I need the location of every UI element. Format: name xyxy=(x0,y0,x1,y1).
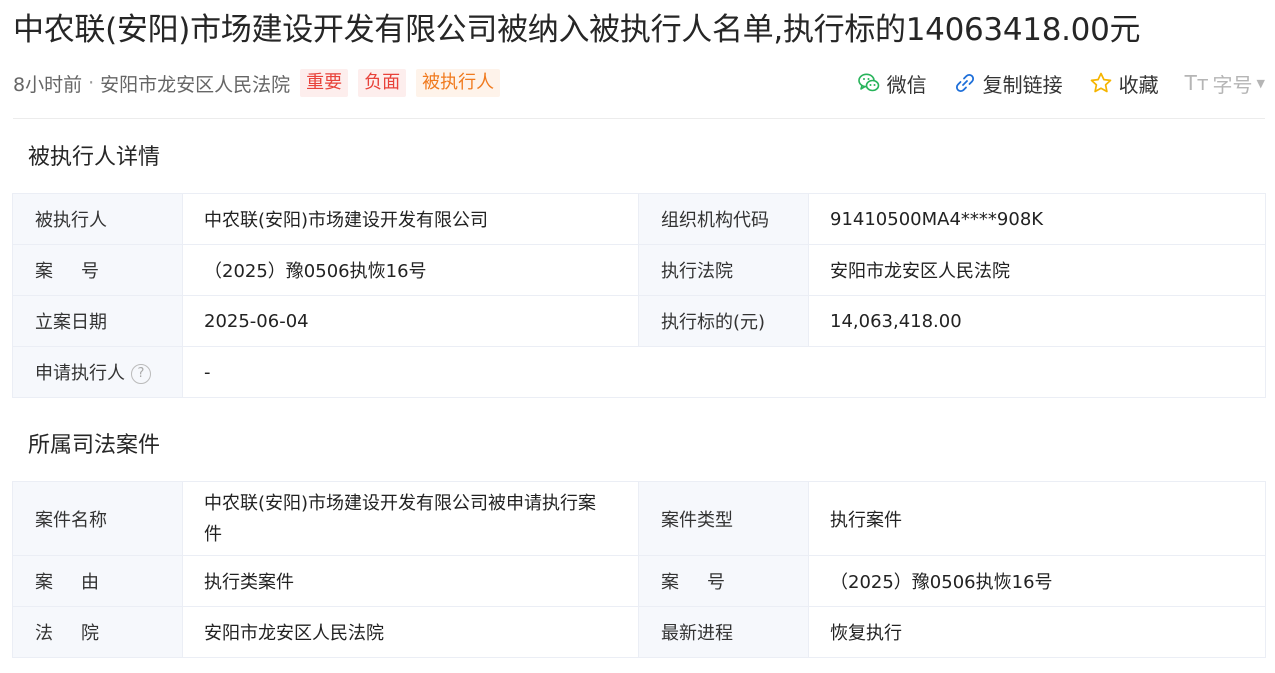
value-execution-amount: 14,063,418.00 xyxy=(808,295,1266,347)
meta-separator: · xyxy=(88,72,95,94)
source-name[interactable]: 安阳市龙安区人民法院 xyxy=(100,70,290,97)
label-executing-court: 执行法院 xyxy=(638,244,809,296)
header-divider xyxy=(13,118,1265,119)
label-org-code: 组织机构代码 xyxy=(638,193,809,245)
table-row: 申请执行人? - xyxy=(12,346,1266,398)
favorite-button[interactable]: 收藏 xyxy=(1089,69,1159,98)
label-applicant: 申请执行人? xyxy=(12,346,183,398)
tag-executed-person: 被执行人 xyxy=(416,69,501,97)
table-row: 立案日期 2025-06-04 执行标的(元) 14,063,418.00 xyxy=(12,295,1266,347)
label-filing-date: 立案日期 xyxy=(12,295,183,347)
question-circle-icon[interactable]: ? xyxy=(131,364,151,384)
value-executed-person: 中农联(安阳)市场建设开发有限公司 xyxy=(182,193,639,245)
label-execution-amount: 执行标的(元) xyxy=(638,295,809,347)
link-icon xyxy=(953,71,977,95)
table-row: 案由 执行类案件 案号 （2025）豫0506执恢16号 xyxy=(12,555,1266,607)
label-latest-progress: 最新进程 xyxy=(638,606,809,658)
label-cause: 案由 xyxy=(12,555,183,607)
meta-info: 8小时前 · 安阳市龙安区人民法院 重要 负面 被执行人 xyxy=(13,69,501,97)
value-court: 安阳市龙安区人民法院 xyxy=(182,606,639,658)
label-executed-person: 被执行人 xyxy=(12,193,183,245)
font-size-icon: Tт xyxy=(1184,71,1209,95)
meta-row: 8小时前 · 安阳市龙安区人民法院 重要 负面 被执行人 微信 复制链接 收藏 … xyxy=(13,64,1265,102)
copy-link-button[interactable]: 复制链接 xyxy=(953,69,1063,98)
chevron-down-icon: ▼ xyxy=(1256,76,1265,90)
font-size-button[interactable]: Tт 字号 ▼ xyxy=(1185,69,1265,98)
table-row: 案件名称 中农联(安阳)市场建设开发有限公司被申请执行案件 案件类型 执行案件 xyxy=(12,481,1266,556)
label-applicant-text: 申请执行人 xyxy=(35,363,125,384)
article-title: 中农联(安阳)市场建设开发有限公司被纳入被执行人名单,执行标的14063418.… xyxy=(13,12,1141,48)
value-case-name-link[interactable]: 中农联(安阳)市场建设开发有限公司被申请执行案件 xyxy=(182,481,639,556)
value-cause: 执行类案件 xyxy=(182,555,639,607)
value-applicant: - xyxy=(182,346,1266,398)
value-latest-progress: 恢复执行 xyxy=(808,606,1266,658)
favorite-label: 收藏 xyxy=(1118,72,1159,97)
share-wechat-button[interactable]: 微信 xyxy=(857,69,927,98)
value-case-number-2: （2025）豫0506执恢16号 xyxy=(808,555,1266,607)
value-filing-date: 2025-06-04 xyxy=(182,295,639,347)
table-row: 被执行人 中农联(安阳)市场建设开发有限公司 组织机构代码 91410500MA… xyxy=(12,193,1266,245)
share-wechat-label: 微信 xyxy=(886,72,927,97)
article-actions: 微信 复制链接 收藏 Tт 字号 ▼ xyxy=(831,69,1265,98)
value-case-number-link[interactable]: （2025）豫0506执恢16号 xyxy=(182,244,639,296)
value-executing-court: 安阳市龙安区人民法院 xyxy=(808,244,1266,296)
value-org-code: 91410500MA4****908K xyxy=(808,193,1266,245)
tag-important: 重要 xyxy=(300,69,349,97)
label-case-number: 案号 xyxy=(12,244,183,296)
table-row: 法院 安阳市龙安区人民法院 最新进程 恢复执行 xyxy=(12,606,1266,658)
label-case-name: 案件名称 xyxy=(12,481,183,556)
value-case-type: 执行案件 xyxy=(808,481,1266,556)
judicial-case-table: 案件名称 中农联(安阳)市场建设开发有限公司被申请执行案件 案件类型 执行案件 … xyxy=(12,481,1266,658)
section-title-judicial-case: 所属司法案件 xyxy=(28,433,161,458)
publish-time: 8小时前 xyxy=(13,73,83,96)
label-case-type: 案件类型 xyxy=(638,481,809,556)
table-row: 案号 （2025）豫0506执恢16号 执行法院 安阳市龙安区人民法院 xyxy=(12,244,1266,296)
copy-link-label: 复制链接 xyxy=(982,72,1063,97)
wechat-icon xyxy=(857,71,881,95)
label-case-number-2: 案号 xyxy=(638,555,809,607)
executed-details-table: 被执行人 中农联(安阳)市场建设开发有限公司 组织机构代码 91410500MA… xyxy=(12,193,1266,398)
font-size-label: 字号 xyxy=(1212,72,1253,97)
section-title-executed-details: 被执行人详情 xyxy=(28,145,161,170)
label-court: 法院 xyxy=(12,606,183,658)
tag-negative: 负面 xyxy=(358,69,407,97)
star-icon xyxy=(1089,71,1113,95)
